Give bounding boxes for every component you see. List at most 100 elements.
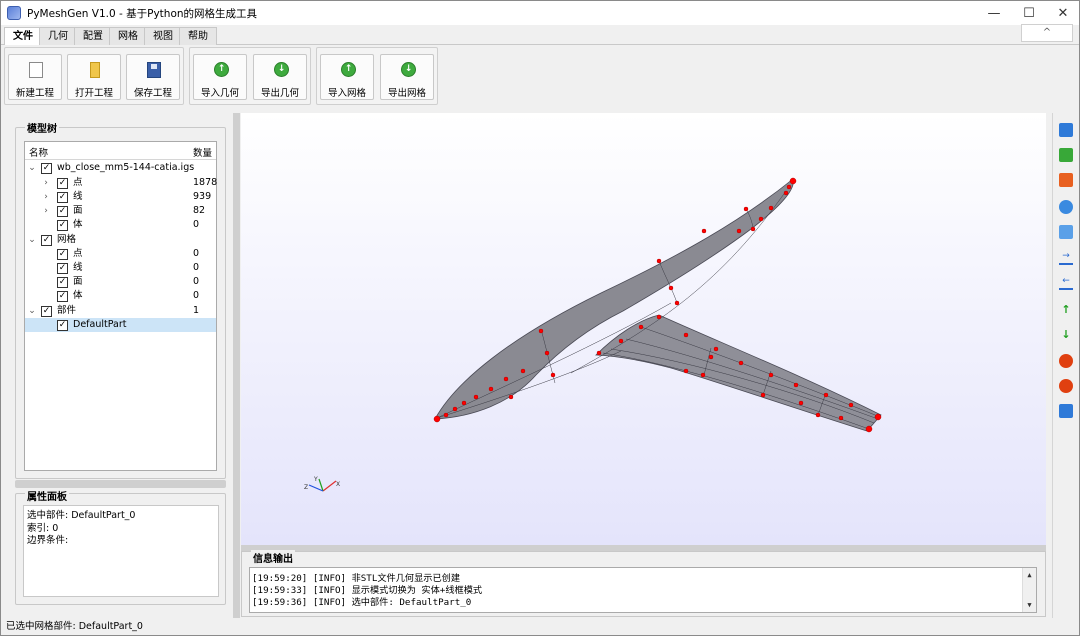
minimize-button[interactable]: — [977, 1, 1011, 25]
new-project-button[interactable]: 新建工程 [8, 54, 62, 100]
y-negative-icon[interactable]: ↓ [1059, 328, 1073, 342]
tab-view[interactable]: 视图 [144, 27, 182, 45]
tree-item-parts[interactable]: ⌄ ✓ 部件 1 [25, 304, 216, 318]
tree-item-count: 82 [193, 205, 206, 216]
checkbox-checked[interactable]: ✓ [41, 235, 52, 246]
main-vertical-splitter[interactable] [233, 113, 240, 625]
open-project-label: 打开工程 [74, 88, 113, 99]
z-negative-icon[interactable] [1059, 379, 1073, 393]
tree-item-label: 点 [73, 177, 83, 188]
tree-item-label: 面 [73, 276, 83, 287]
checkbox-checked[interactable]: ✓ [57, 220, 68, 231]
front-view-icon[interactable] [1059, 148, 1073, 162]
tab-config[interactable]: 配置 [74, 27, 112, 45]
tab-help[interactable]: 帮助 [179, 27, 217, 45]
tab-mesh[interactable]: 网格 [109, 27, 147, 45]
chevron-down-icon[interactable]: ⌄ [27, 161, 37, 175]
3d-viewport[interactable]: X Y Z [241, 113, 1046, 545]
left-pane-splitter[interactable] [15, 480, 226, 488]
output-log[interactable]: [19:59:20] [INFO] 非STL文件几何显示已创建 [19:59:3… [249, 567, 1037, 613]
axis-y-label: Y [313, 476, 318, 483]
checkbox-checked[interactable]: ✓ [57, 291, 68, 302]
file-node-label: wb_close_mm5-144-catia.igs [57, 162, 195, 173]
checkbox-checked[interactable]: ✓ [41, 306, 52, 317]
iso-view-icon[interactable] [1059, 123, 1073, 137]
reset-view-icon[interactable] [1059, 200, 1073, 214]
checkbox-checked[interactable]: ✓ [57, 249, 68, 260]
tree-item-file[interactable]: ⌄ ✓ wb_close_mm5-144-catia.igs [25, 161, 216, 175]
ribbon-collapse-button[interactable]: ^ [1021, 24, 1073, 42]
column-name-header[interactable]: 名称 [29, 145, 48, 159]
property-selected-part: 选中部件: DefaultPart_0 [27, 510, 136, 521]
new-project-label: 新建工程 [15, 88, 54, 99]
tree-header: 名称 数量 [25, 142, 216, 160]
tree-item-geo-lines[interactable]: › ✓ 线 939 [25, 190, 216, 204]
y-positive-icon[interactable]: ↑ [1059, 303, 1073, 317]
tree-item-geo-bodies[interactable]: ✓ 体 0 [25, 218, 216, 232]
checkbox-checked[interactable]: ✓ [41, 163, 52, 174]
tree-item-mesh-points[interactable]: ✓ 点 0 [25, 247, 216, 261]
checkbox-checked[interactable]: ✓ [57, 206, 68, 217]
open-project-button[interactable]: 打开工程 [67, 54, 121, 100]
import-mesh-button[interactable]: ↑ 导入网格 [320, 54, 374, 100]
checkbox-checked[interactable]: ✓ [57, 263, 68, 274]
checkbox-checked[interactable]: ✓ [57, 178, 68, 189]
column-count-header[interactable]: 数量 [193, 145, 212, 159]
maximize-button[interactable]: ☐ [1012, 1, 1046, 25]
tree-item-mesh-bodies[interactable]: ✓ 体 0 [25, 289, 216, 303]
x-negative-icon[interactable]: ← [1059, 276, 1073, 290]
checkbox-checked[interactable]: ✓ [57, 320, 68, 331]
arrow-down-icon: ↓ [401, 62, 416, 77]
tree-item-geo-points[interactable]: › ✓ 点 1878 [25, 176, 218, 190]
tree-item-mesh-lines[interactable]: ✓ 线 0 [25, 261, 216, 275]
tree-item-mesh[interactable]: ⌄ ✓ 网格 [25, 233, 216, 247]
tree-item-label: 体 [73, 290, 83, 301]
status-bar: 已选中网格部件: DefaultPart_0 [1, 618, 1079, 635]
chevron-right-icon[interactable]: › [41, 190, 51, 204]
scroll-up-icon[interactable]: ▲ [1023, 569, 1036, 581]
chevron-right-icon[interactable]: › [41, 204, 51, 218]
tree-item-label: DefaultPart [73, 319, 127, 330]
log-line: [19:59:33] [INFO] 显示模式切换为 实体+线框模式 [252, 585, 483, 596]
main-window: PyMeshGen V1.0 - 基于Python的网格生成工具 — ☐ ✕ 文… [0, 0, 1080, 636]
chevron-down-icon[interactable]: ⌄ [27, 233, 37, 247]
app-logo-icon [7, 6, 21, 20]
window-title: PyMeshGen V1.0 - 基于Python的网格生成工具 [27, 7, 258, 20]
tree-item-mesh-faces[interactable]: ✓ 面 0 [25, 275, 216, 289]
tree-item-default-part[interactable]: ✓ DefaultPart [25, 318, 216, 332]
new-file-icon [29, 62, 43, 78]
log-scrollbar[interactable]: ▲ ▼ [1022, 568, 1036, 612]
fit-view-icon[interactable] [1059, 225, 1073, 239]
x-positive-icon[interactable]: → [1059, 251, 1073, 265]
close-button[interactable]: ✕ [1046, 1, 1079, 25]
tree-item-count: 0 [193, 276, 200, 287]
export-geometry-button[interactable]: ↓ 导出几何 [253, 54, 307, 100]
output-title: 信息输出 [251, 550, 295, 565]
save-project-button[interactable]: 保存工程 [126, 54, 180, 100]
tree-item-count: 0 [193, 290, 200, 301]
tree-item-count: 0 [193, 262, 200, 273]
properties-title: 属性面板 [25, 488, 69, 503]
import-geometry-button[interactable]: ↑ 导入几何 [193, 54, 247, 100]
open-folder-icon [90, 62, 100, 78]
export-mesh-button[interactable]: ↓ 导出网格 [380, 54, 434, 100]
model-tree[interactable]: 名称 数量 ⌄ ✓ wb_close_mm5-144-catia.igs › ✓… [24, 141, 217, 471]
checkbox-checked[interactable]: ✓ [57, 192, 68, 203]
view-toolbar: → ← ↑ ↓ [1052, 113, 1078, 625]
tree-item-count: 1 [193, 305, 200, 316]
tree-item-label: 线 [73, 191, 83, 202]
z-positive-icon[interactable] [1059, 354, 1073, 368]
tab-file[interactable]: 文件 [4, 27, 42, 46]
tree-item-label: 线 [73, 262, 83, 273]
checkbox-checked[interactable]: ✓ [57, 277, 68, 288]
orthographic-icon[interactable] [1059, 404, 1073, 418]
tree-item-count: 1878 [193, 177, 218, 188]
project-group: 新建工程 打开工程 保存工程 [4, 47, 184, 105]
back-view-icon[interactable] [1059, 173, 1073, 187]
tree-item-geo-faces[interactable]: › ✓ 面 82 [25, 204, 216, 218]
tree-item-count: 0 [193, 219, 200, 230]
scroll-down-icon[interactable]: ▼ [1023, 599, 1036, 611]
tab-geometry[interactable]: 几何 [39, 27, 77, 45]
chevron-right-icon[interactable]: › [41, 176, 51, 190]
chevron-down-icon[interactable]: ⌄ [27, 304, 37, 318]
